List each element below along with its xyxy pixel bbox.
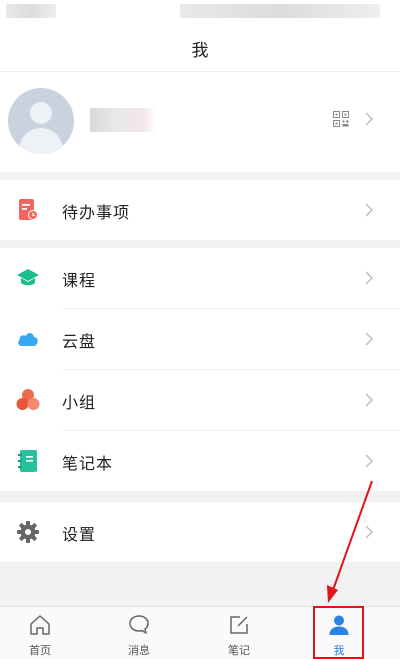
tab-notes[interactable]: 笔记 xyxy=(209,607,269,659)
menu-item-todo[interactable]: 待办事项 xyxy=(0,180,400,240)
chevron-right-icon xyxy=(365,525,373,539)
menu-item-label: 待办事项 xyxy=(62,203,131,222)
menu-item-label: 课程 xyxy=(62,271,97,290)
tab-label: 首页 xyxy=(29,644,51,657)
menu-item-settings[interactable]: 设置 xyxy=(0,502,400,562)
menu-item-cloud[interactable]: 云盘 xyxy=(0,309,400,369)
nav-bar: 我 xyxy=(0,24,400,72)
group-icon xyxy=(16,389,40,410)
bottom-gap xyxy=(0,562,400,606)
tab-label: 笔记 xyxy=(228,644,250,657)
status-bar-right-blur xyxy=(180,4,380,18)
chevron-right-icon xyxy=(365,271,373,285)
menu-item-label: 笔记本 xyxy=(62,454,114,473)
tab-home[interactable]: 首页 xyxy=(10,607,70,659)
menu-item-course[interactable]: 课程 xyxy=(0,248,400,308)
todo-icon xyxy=(19,199,38,220)
menu-item-label: 云盘 xyxy=(62,332,97,351)
gear-icon xyxy=(17,521,39,543)
avatar[interactable] xyxy=(8,88,74,154)
menu-item-notebook[interactable]: 笔记本 xyxy=(0,431,400,491)
username-blurred xyxy=(90,108,156,132)
chevron-right-icon xyxy=(365,203,373,217)
cloud-icon xyxy=(18,333,38,346)
tab-messages[interactable]: 消息 xyxy=(109,607,169,659)
status-bar xyxy=(0,0,400,24)
chevron-right-icon xyxy=(365,454,373,468)
message-icon xyxy=(129,615,149,634)
qr-code-icon[interactable] xyxy=(333,111,349,127)
menu-item-label: 小组 xyxy=(62,393,97,412)
graduation-cap-icon xyxy=(17,269,39,286)
status-bar-left-blur xyxy=(6,4,56,18)
section-gap xyxy=(0,491,400,502)
avatar-body xyxy=(19,128,63,154)
menu-item-label: 设置 xyxy=(62,525,97,544)
menu-item-group[interactable]: 小组 xyxy=(0,370,400,430)
chevron-right-icon xyxy=(365,332,373,346)
highlight-box xyxy=(313,606,364,659)
chevron-right-icon xyxy=(365,393,373,407)
note-icon xyxy=(230,616,248,634)
tab-label: 消息 xyxy=(128,644,150,657)
page-title: 我 xyxy=(191,41,209,61)
avatar-head xyxy=(30,102,52,124)
home-icon xyxy=(30,615,50,635)
profile-chevron-icon xyxy=(365,112,373,126)
section-gap xyxy=(0,172,400,180)
notebook-icon xyxy=(18,450,37,472)
section-gap xyxy=(0,240,400,248)
